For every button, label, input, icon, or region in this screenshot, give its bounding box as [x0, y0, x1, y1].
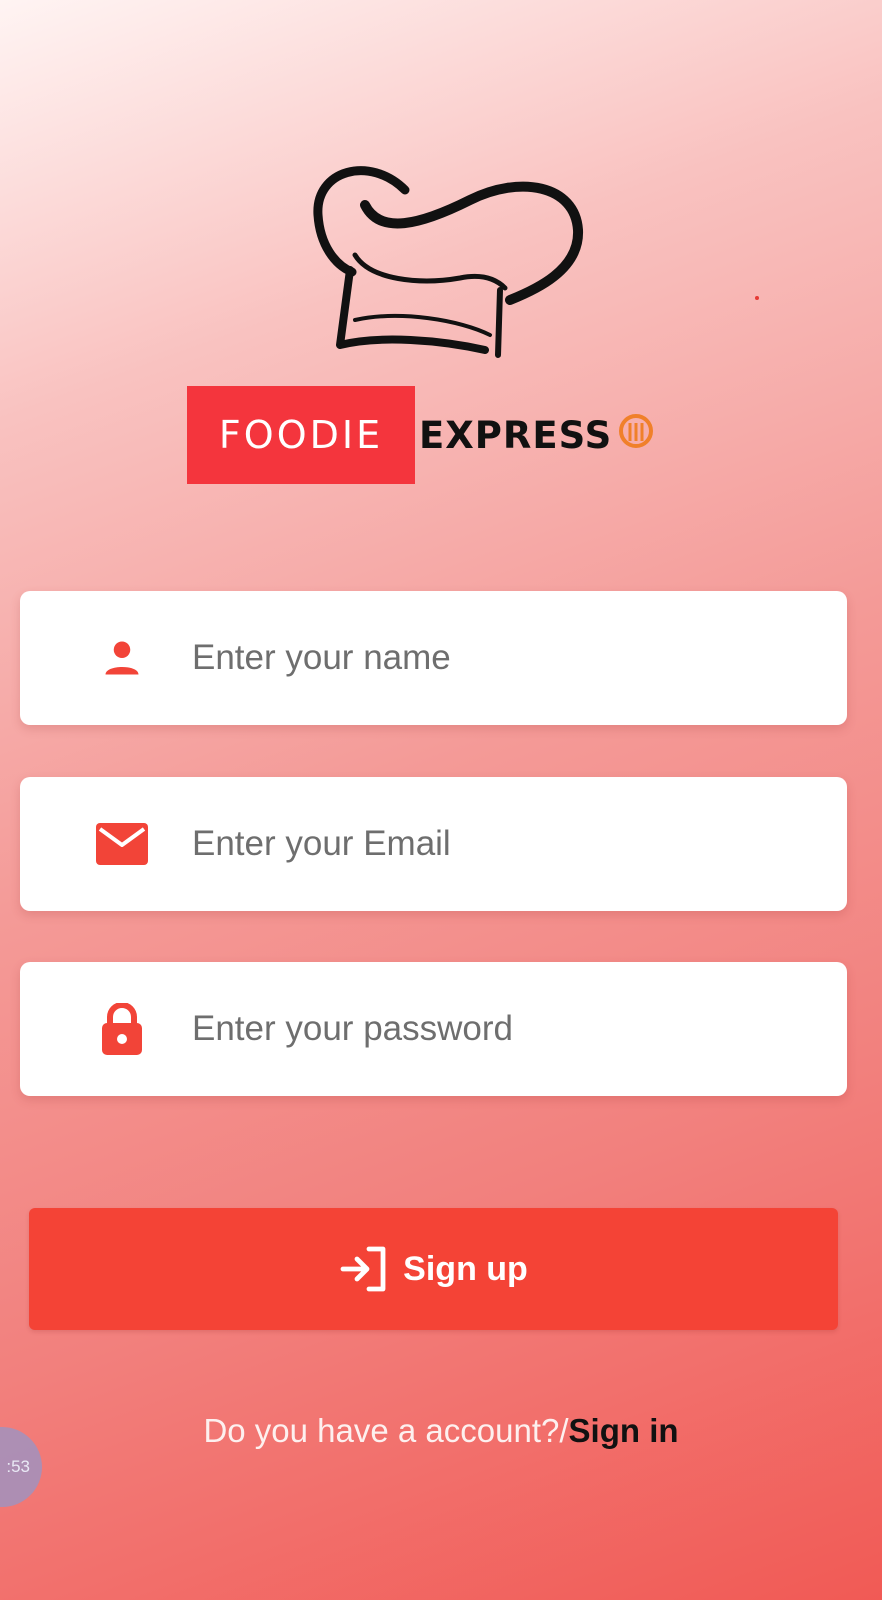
signup-button-label: Sign up	[403, 1249, 528, 1288]
login-arrow-icon	[339, 1245, 391, 1293]
lock-icon	[90, 1003, 154, 1055]
password-field[interactable]	[20, 962, 847, 1096]
name-input[interactable]	[190, 637, 794, 679]
food-mark-icon	[619, 414, 654, 448]
account-question: Do you have a account?/	[203, 1412, 569, 1449]
person-icon	[90, 636, 154, 680]
brand-name-express: EXPRESS	[419, 413, 613, 457]
signin-prompt: Do you have a account?/Sign in	[0, 1412, 882, 1450]
mail-icon	[90, 823, 154, 865]
email-field[interactable]	[20, 777, 847, 911]
brand-logo: FOODIE EXPRESS	[187, 386, 656, 484]
name-field[interactable]	[20, 591, 847, 725]
signin-link[interactable]: Sign in	[569, 1412, 679, 1449]
email-input[interactable]	[190, 823, 794, 865]
password-input[interactable]	[190, 1008, 794, 1050]
signup-button[interactable]: Sign up	[29, 1208, 838, 1330]
timer-text: :53	[6, 1457, 30, 1476]
chef-hat-icon	[313, 166, 583, 358]
decorative-dot	[755, 296, 759, 300]
brand-name-foodie: FOODIE	[187, 386, 415, 484]
